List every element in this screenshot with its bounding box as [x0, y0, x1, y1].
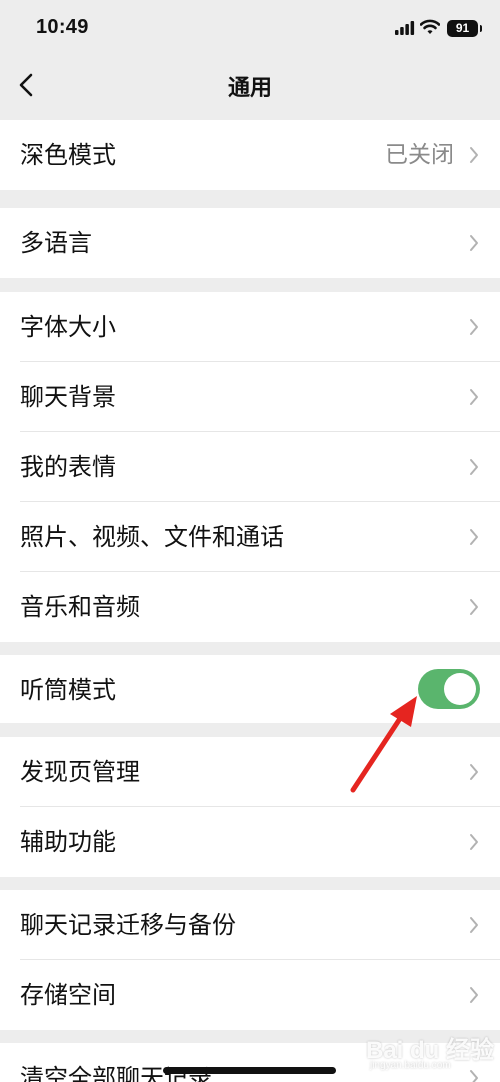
- settings-group-discover: 发现页管理 辅助功能: [0, 737, 500, 877]
- status-time: 10:49: [36, 16, 89, 38]
- chevron-right-icon: [470, 529, 478, 545]
- home-indicator: [163, 1067, 336, 1074]
- chevron-right-icon: [470, 834, 478, 850]
- row-label: 聊天背景: [20, 383, 116, 411]
- row-label: 发现页管理: [20, 758, 140, 786]
- annotation-arrow-icon: [350, 696, 417, 793]
- chevron-right-icon: [470, 987, 478, 1003]
- row-media-calls[interactable]: 照片、视频、文件和通话: [0, 502, 500, 572]
- row-earpiece-mode: 听筒模式: [0, 655, 500, 723]
- chevron-right-icon: [470, 599, 478, 615]
- row-chat-history-backup[interactable]: 聊天记录迁移与备份: [0, 890, 500, 960]
- chevron-right-icon: [470, 389, 478, 405]
- settings-group-storage: 聊天记录迁移与备份 存储空间: [0, 890, 500, 1030]
- row-label: 字体大小: [20, 313, 116, 341]
- battery-icon: 91: [447, 20, 482, 37]
- chevron-right-icon: [470, 917, 478, 933]
- earpiece-mode-toggle[interactable]: [418, 669, 480, 709]
- row-discover-management[interactable]: 发现页管理: [0, 737, 500, 807]
- settings-group-display: 深色模式 已关闭: [0, 120, 500, 190]
- settings-group-appearance: 字体大小 聊天背景 我的表情 照片、视频、文件和通话 音乐和音频: [0, 292, 500, 642]
- row-font-size[interactable]: 字体大小: [0, 292, 500, 362]
- row-my-stickers[interactable]: 我的表情: [0, 432, 500, 502]
- row-label: 音乐和音频: [20, 593, 140, 621]
- row-label: 照片、视频、文件和通话: [20, 523, 284, 551]
- settings-group-language: 多语言: [0, 208, 500, 278]
- settings-group-earpiece: 听筒模式: [0, 655, 500, 723]
- row-language[interactable]: 多语言: [0, 208, 500, 278]
- chevron-right-icon: [470, 319, 478, 335]
- chevron-right-icon: [470, 147, 478, 163]
- row-label: 辅助功能: [20, 828, 116, 856]
- page-title: 通用: [227, 76, 272, 101]
- row-label: 存储空间: [20, 981, 116, 1009]
- status-bar: 10:49 91: [0, 0, 500, 58]
- watermark-sub: jingyan.baidu.com: [370, 1060, 451, 1071]
- row-storage-space[interactable]: 存储空间: [0, 960, 500, 1030]
- row-dark-mode[interactable]: 深色模式 已关闭: [0, 120, 500, 190]
- row-chat-background[interactable]: 聊天背景: [0, 362, 500, 432]
- toggle-knob: [444, 673, 476, 705]
- chevron-right-icon: [470, 235, 478, 251]
- nav-bar: 通用: [0, 58, 500, 112]
- chevron-right-icon: [470, 459, 478, 475]
- row-label: 多语言: [20, 229, 92, 257]
- watermark: Bai du 经验 jingyan.baidu.com: [356, 1022, 496, 1078]
- chevron-right-icon: [470, 764, 478, 780]
- signal-icon: [395, 21, 415, 35]
- row-music-audio[interactable]: 音乐和音频: [0, 572, 500, 642]
- row-label: 我的表情: [20, 453, 116, 481]
- row-value: 已关闭: [385, 142, 454, 168]
- row-label: 聊天记录迁移与备份: [20, 911, 236, 939]
- row-accessibility[interactable]: 辅助功能: [0, 807, 500, 877]
- wifi-icon: [420, 19, 440, 34]
- row-label: 听筒模式: [20, 676, 116, 704]
- row-label: 深色模式: [20, 141, 116, 169]
